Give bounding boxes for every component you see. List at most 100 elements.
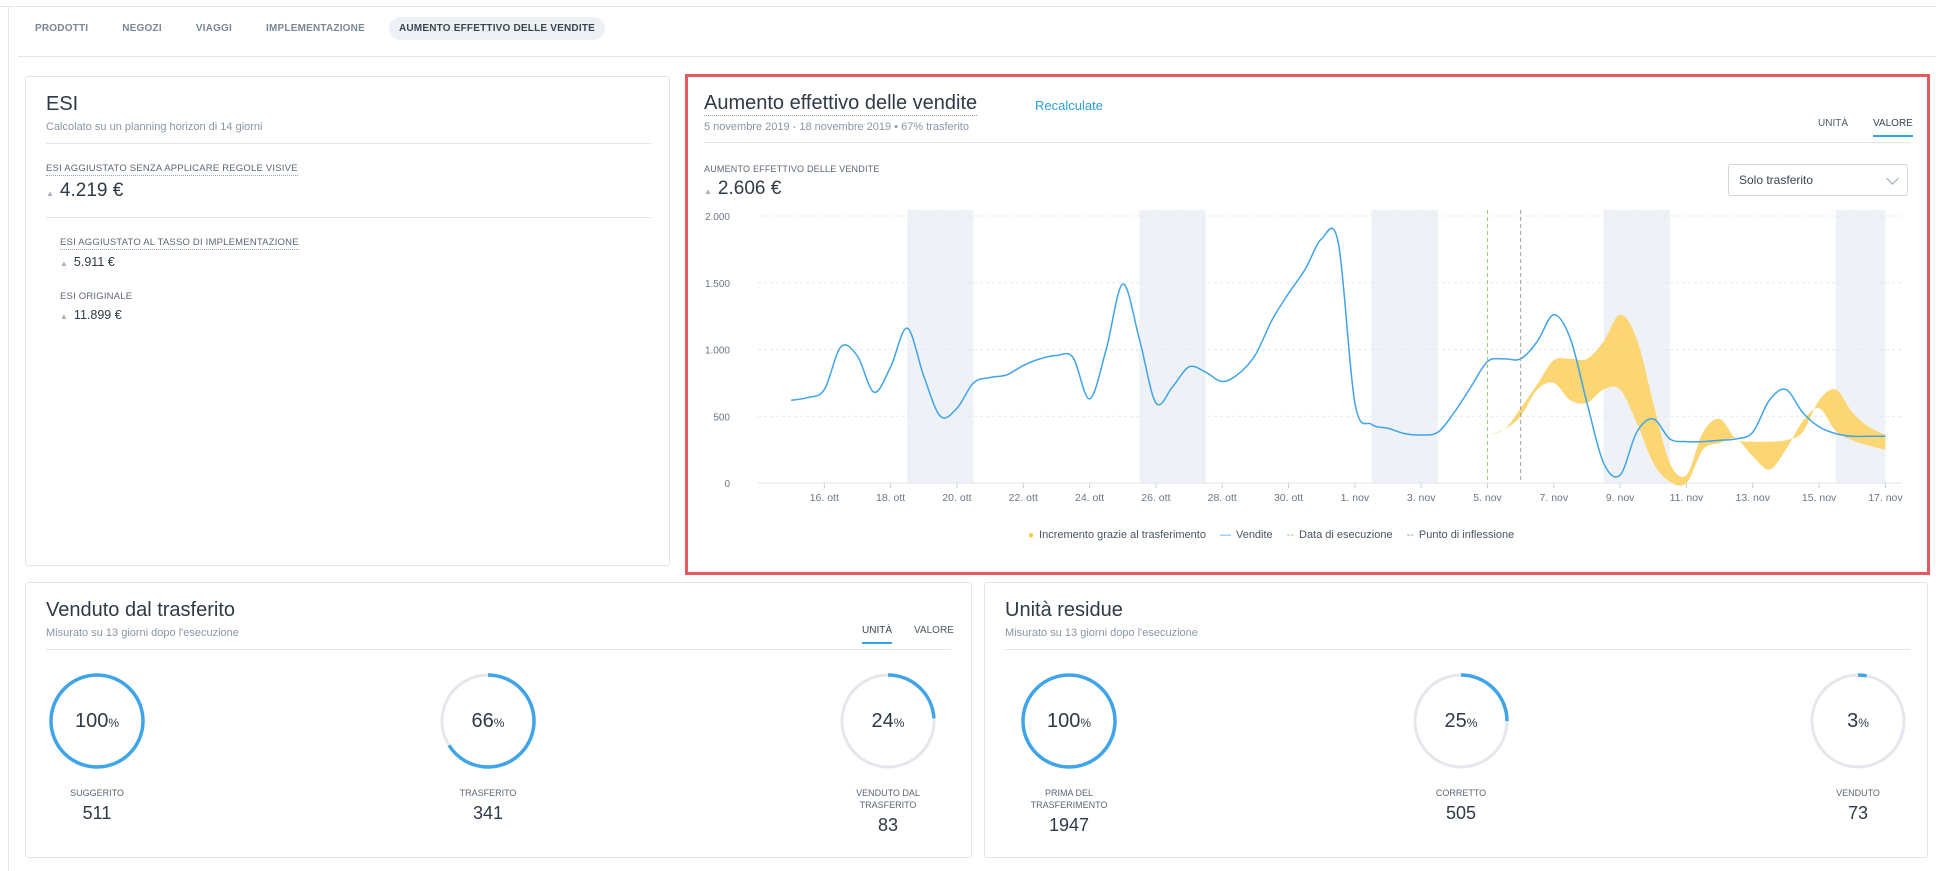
- esi-card: ESI Calcolato su un planning horizon di …: [25, 76, 670, 566]
- y-tick-label: 2.000: [705, 212, 730, 223]
- tab-aumento-effettivo[interactable]: AUMENTO EFFETTIVO DELLE VENDITE: [388, 16, 605, 40]
- x-tick-label: 7. nov: [1540, 492, 1569, 504]
- dot-icon: ●: [1028, 529, 1035, 541]
- uplift-metric-label: AUMENTO EFFETTIVO DELLE VENDITE: [704, 164, 880, 174]
- toggle-valore[interactable]: VALORE: [1873, 118, 1913, 137]
- gauge: 24% VENDUTO DAL TRASFERITO 83: [808, 669, 968, 836]
- transfer-filter-select[interactable]: Solo trasferito: [1728, 164, 1908, 196]
- divider: [1005, 649, 1910, 650]
- esi-subtitle: Calcolato su un planning horizon di 14 g…: [46, 121, 263, 133]
- x-tick-label: 5. nov: [1473, 492, 1502, 504]
- gauge-percent: 25%: [1445, 710, 1478, 732]
- triangle-up-icon: ▲: [46, 189, 54, 198]
- tab-negozi[interactable]: NEGOZI: [112, 17, 172, 40]
- legend-label: Punto di inflessione: [1418, 529, 1515, 541]
- gauge-label: VENDUTO DAL TRASFERITO: [856, 788, 920, 810]
- recalculate-link[interactable]: Recalculate: [1035, 98, 1103, 113]
- residual-title: Unità residue: [1005, 599, 1123, 621]
- y-tick-label: 500: [713, 412, 730, 423]
- gauge-percent: 100%: [75, 710, 119, 732]
- gauge-ring: 24%: [840, 673, 936, 769]
- residual-card: Unità residue Misurato su 13 giorni dopo…: [984, 582, 1928, 858]
- esi-title: ESI: [46, 93, 79, 115]
- x-tick-label: 16. ott: [810, 492, 839, 504]
- esi-adjusted-value: 4.219 €: [59, 180, 124, 201]
- gauge-value: 1947: [1048, 815, 1090, 835]
- esi-orig-row: ▲ 11.899 €: [60, 306, 122, 324]
- triangle-up-icon: ▲: [60, 312, 68, 321]
- uplift-metric-row: ▲ 2.606 €: [704, 178, 781, 200]
- line-icon: —: [1219, 529, 1231, 541]
- weekend-band: [1371, 210, 1438, 483]
- triangle-up-icon: ▲: [60, 259, 68, 268]
- divider: [704, 142, 1910, 143]
- chart-legend: ● Incremento grazie al trasferimento — Ven…: [1028, 529, 1514, 541]
- divider: [46, 217, 651, 218]
- x-tick-label: 28. ott: [1208, 492, 1237, 504]
- gauge: 66% TRASFERITO 341: [408, 669, 568, 824]
- sold-title: Venduto dal trasferito: [46, 599, 236, 621]
- left-border: [8, 6, 9, 871]
- uplift-subtitle: 5 novembre 2019 - 18 novembre 2019 • 67%…: [704, 121, 969, 133]
- legend-label: Incremento grazie al trasferimento: [1039, 529, 1206, 541]
- top-border: [0, 6, 1936, 7]
- divider: [46, 649, 951, 650]
- dashed-line-icon: --: [1286, 529, 1294, 541]
- x-tick-label: 17. nov: [1868, 492, 1903, 504]
- gauge-ring: 100%: [1021, 673, 1117, 769]
- gauge: 100% SUGGERITO 511: [17, 669, 177, 824]
- residual-subtitle: Misurato su 13 giorni dopo l'esecuzione: [1005, 627, 1198, 639]
- divider: [46, 143, 651, 144]
- legend-item-inflection[interactable]: -- Punto di inflessione: [1407, 529, 1515, 541]
- x-tick-label: 9. nov: [1606, 492, 1635, 504]
- x-tick-label: 24. ott: [1075, 492, 1104, 504]
- gauge-ring: 25%: [1413, 673, 1509, 769]
- legend-label: Data di esecuzione: [1299, 529, 1393, 541]
- y-tick-label: 0: [724, 479, 730, 490]
- x-tick-label: 22. ott: [1009, 492, 1038, 504]
- gauge-value: 511: [82, 803, 112, 823]
- x-tick-label: 1. nov: [1341, 492, 1370, 504]
- y-tick-label: 1.000: [705, 346, 730, 357]
- legend-item-sales[interactable]: — Vendite: [1220, 529, 1273, 541]
- increment-area: [1487, 314, 1886, 486]
- x-tick-label: 3. nov: [1407, 492, 1436, 504]
- toggle-unita[interactable]: UNITÀ: [862, 625, 892, 644]
- gauge-ring: 100%: [49, 673, 145, 769]
- x-tick-label: 15. nov: [1802, 492, 1837, 504]
- gauge-value: 83: [877, 815, 899, 835]
- dashed-line-icon: --: [1406, 529, 1414, 541]
- toggle-valore[interactable]: VALORE: [914, 625, 954, 642]
- tab-implementazione[interactable]: IMPLEMENTAZIONE: [256, 17, 375, 40]
- x-tick-label: 20. ott: [942, 492, 971, 504]
- x-tick-label: 30. ott: [1274, 492, 1303, 504]
- legend-item-increment[interactable]: ● Incremento grazie al trasferimento: [1028, 529, 1206, 541]
- uplift-card: Aumento effettivo delle vendite Recalcul…: [690, 76, 1926, 566]
- legend-label: Vendite: [1235, 529, 1273, 541]
- gauge: 25% CORRETTO 505: [1381, 669, 1541, 824]
- gauge-label: TRASFERITO: [459, 788, 517, 798]
- triangle-up-icon: ▲: [704, 187, 712, 196]
- esi-impl-value: 5.911 €: [73, 255, 115, 269]
- uplift-metric-value: 2.606 €: [717, 178, 782, 199]
- tab-bar: PRODOTTI NEGOZI VIAGGI IMPLEMENTAZIONE A…: [25, 14, 619, 42]
- tab-prodotti[interactable]: PRODOTTI: [25, 17, 98, 40]
- legend-item-execution[interactable]: -- Data di esecuzione: [1287, 529, 1393, 541]
- gauge-ring: 66%: [440, 673, 536, 769]
- gauge-value: 505: [1445, 803, 1477, 823]
- toggle-unita[interactable]: UNITÀ: [1818, 118, 1848, 135]
- x-tick-label: 26. ott: [1141, 492, 1170, 504]
- gauge-value: 341: [472, 803, 504, 823]
- sold-subtitle: Misurato su 13 giorni dopo l'esecuzione: [46, 627, 239, 639]
- esi-adjusted-row: ▲ 4.219 €: [46, 180, 123, 202]
- sold-card: Venduto dal trasferito Misurato su 13 gi…: [25, 582, 972, 858]
- uplift-title: Aumento effettivo delle vendite: [704, 92, 978, 116]
- transfer-filter-value: Solo trasferito: [1739, 173, 1814, 187]
- gauge-ring: 3%: [1810, 673, 1906, 769]
- weekend-band: [1139, 210, 1206, 483]
- esi-orig-value: 11.899 €: [73, 308, 122, 322]
- esi-adjusted-label: ESI AGGIUSTATO SENZA APPLICARE REGOLE VI…: [46, 163, 298, 176]
- weekend-band: [907, 210, 974, 483]
- gauge-percent: 24%: [872, 710, 905, 732]
- tab-viaggi[interactable]: VIAGGI: [186, 17, 242, 40]
